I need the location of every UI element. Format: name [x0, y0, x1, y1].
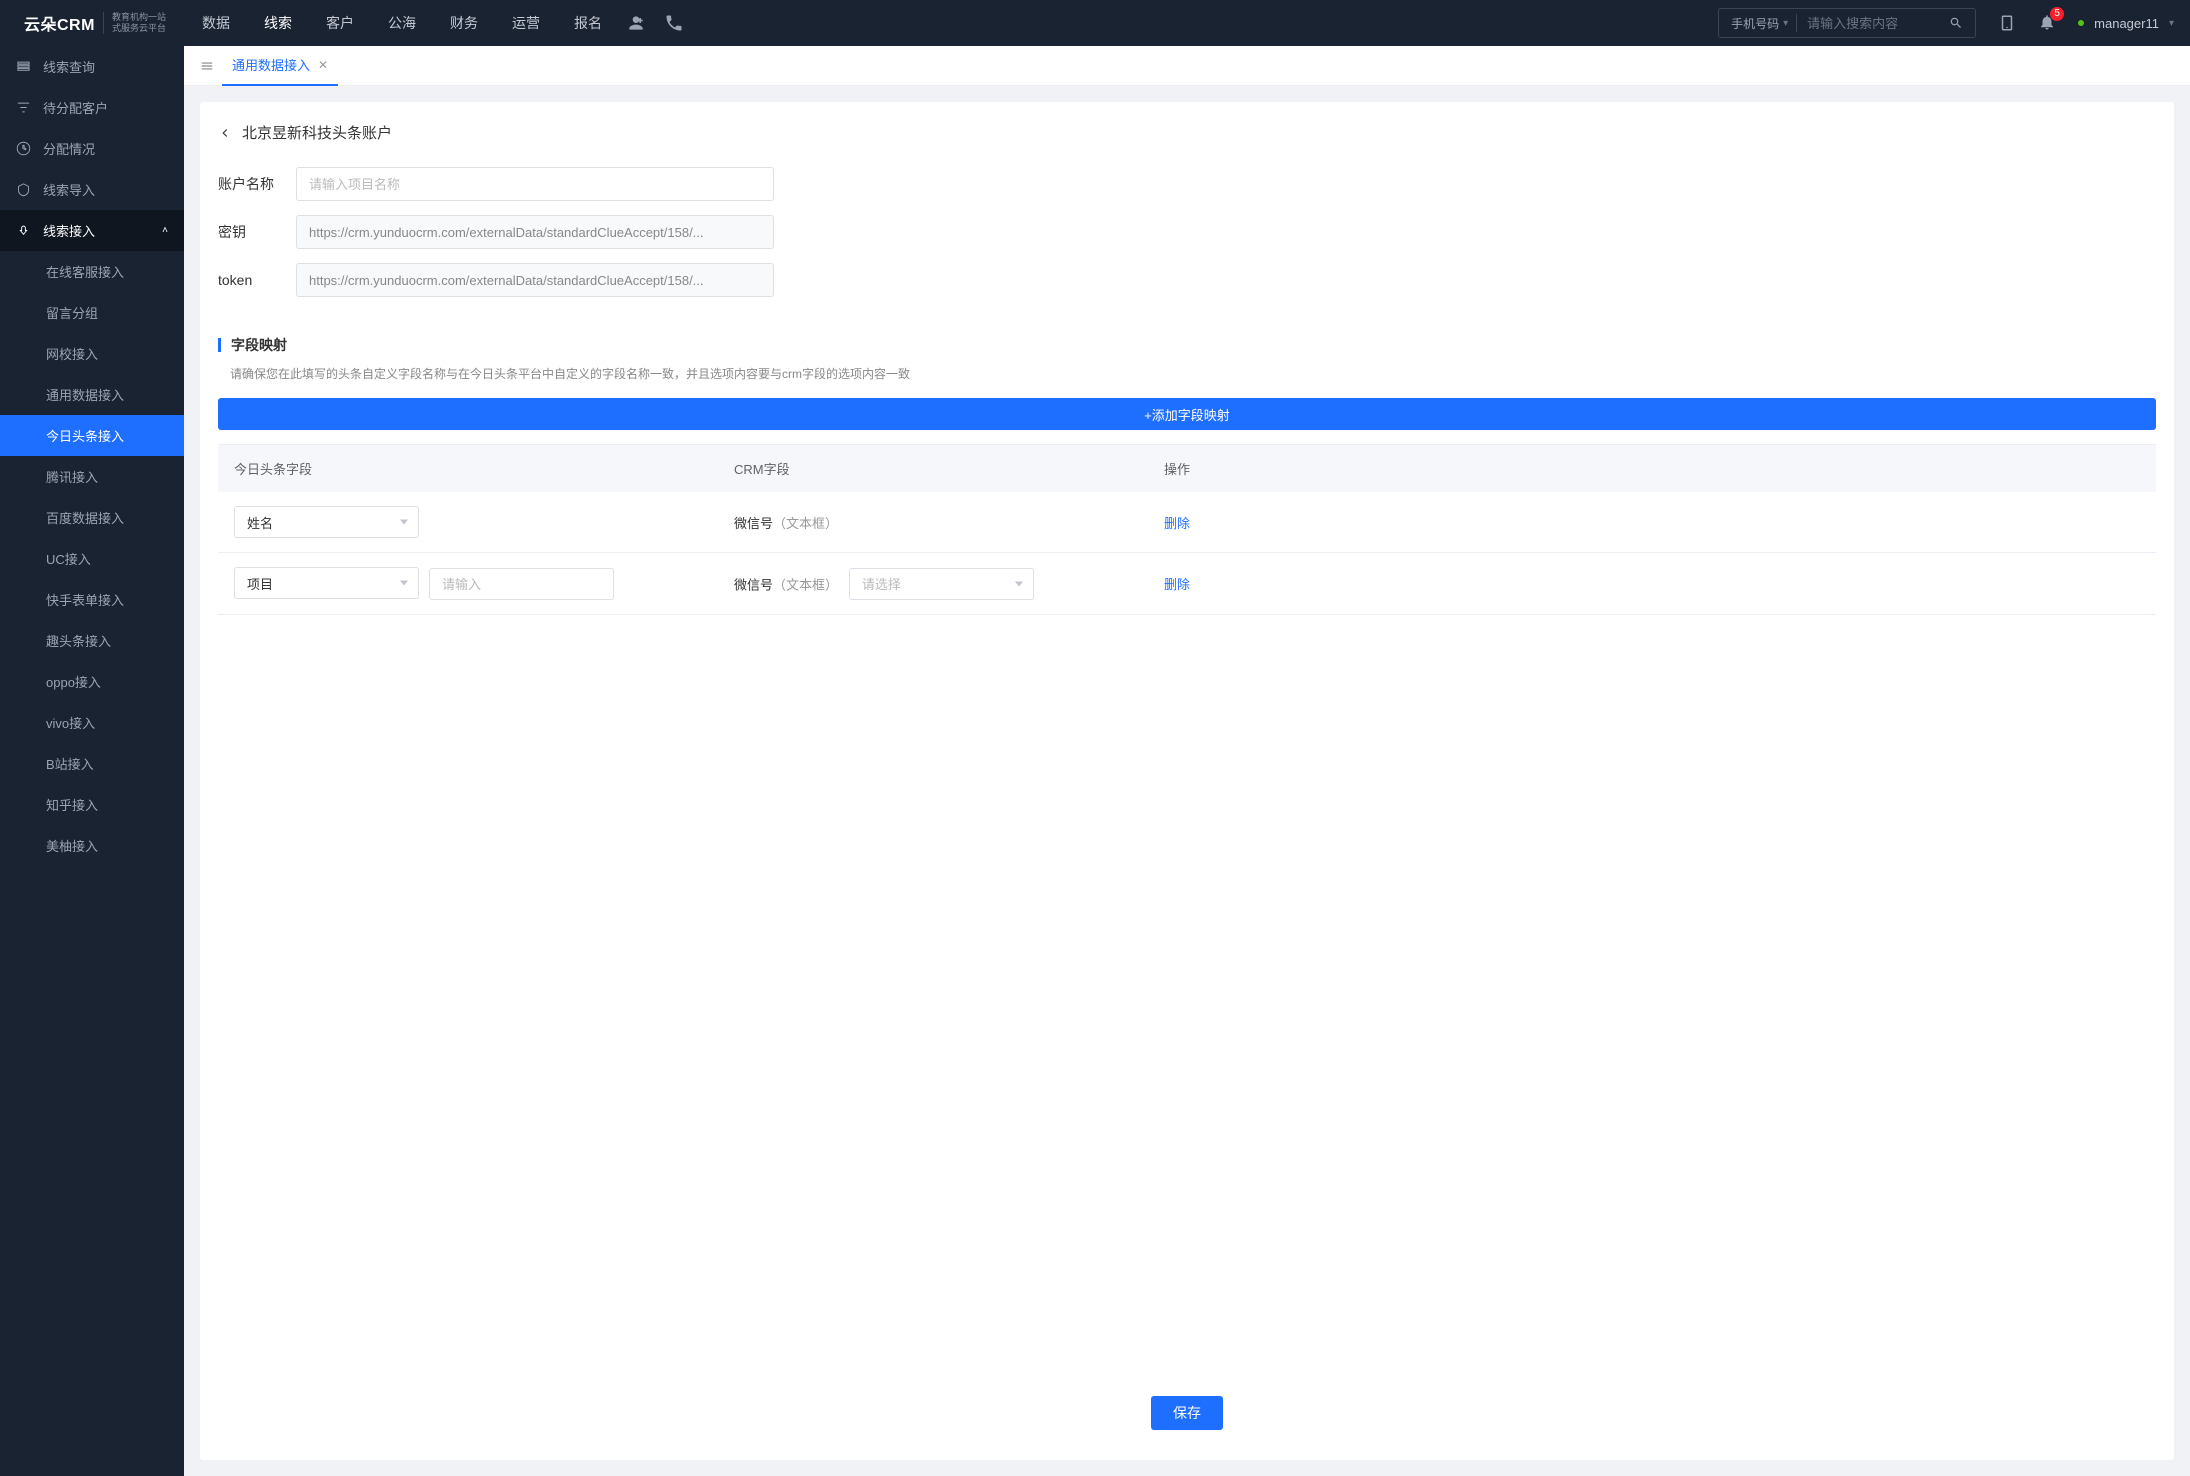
delete-link[interactable]: 删除	[1164, 577, 1190, 592]
app-header: 云朵CRM 教育机构一站 式服务云平台 数据线索客户公海财务运营报名 手机号码 …	[0, 0, 2190, 46]
delete-link[interactable]: 删除	[1164, 516, 1190, 531]
column-header: 操作	[1148, 445, 1294, 492]
crm-field-select[interactable]: 请选择	[849, 568, 1034, 600]
status-indicator	[2078, 20, 2084, 26]
table-row: 姓名 微信号（文本框） 删除	[218, 492, 2156, 553]
search-box: 手机号码 ▾	[1718, 8, 1976, 38]
notification-badge: 5	[2050, 7, 2064, 21]
column-header: CRM字段	[718, 445, 1148, 492]
toutiao-field-select[interactable]: 项目	[234, 567, 419, 599]
sidebar-item[interactable]: 线索接入˄	[0, 210, 184, 251]
section-title: 字段映射	[231, 335, 287, 355]
secret-input[interactable]	[296, 215, 774, 249]
crm-field-label: 微信号	[734, 516, 773, 531]
account-name-label: 账户名称	[218, 174, 296, 194]
sidebar-item[interactable]: 线索查询	[0, 46, 184, 87]
user-add-icon[interactable]	[626, 13, 646, 33]
phone-icon[interactable]	[664, 13, 684, 33]
sidebar-icon	[16, 223, 31, 238]
table-header: 今日头条字段 CRM字段 操作	[218, 445, 2156, 492]
sidebar-toggle[interactable]	[192, 59, 222, 73]
mobile-icon[interactable]	[1998, 14, 2016, 32]
sidebar-subitem[interactable]: UC接入	[0, 538, 184, 579]
username: manager11	[2094, 16, 2159, 31]
header-right: 手机号码 ▾ 5 manager11 ▾	[1718, 8, 2174, 38]
tab-general-data-access[interactable]: 通用数据接入 ✕	[222, 46, 338, 86]
user-menu[interactable]: manager11 ▾	[2078, 16, 2174, 31]
search-button[interactable]	[1937, 16, 1975, 30]
column-header: 今日头条字段	[218, 445, 718, 492]
close-icon[interactable]: ✕	[318, 58, 328, 72]
nav-item[interactable]: 客户	[320, 1, 360, 45]
search-type-select[interactable]: 手机号码 ▾	[1719, 15, 1796, 32]
nav-item[interactable]: 数据	[196, 1, 236, 45]
field-text-input[interactable]	[429, 568, 614, 600]
crm-field-hint: （文本框）	[773, 516, 838, 531]
search-icon	[1949, 16, 1963, 30]
sidebar-subitem[interactable]: oppo接入	[0, 661, 184, 702]
notifications[interactable]: 5	[2038, 13, 2056, 34]
sidebar-subitem[interactable]: 美柚接入	[0, 825, 184, 866]
sidebar-subitem[interactable]: 知乎接入	[0, 784, 184, 825]
footer: 保存	[218, 1375, 2156, 1440]
page-title: 北京昱新科技头条账户	[242, 122, 392, 143]
section-desc: 请确保您在此填写的头条自定义字段名称与在今日头条平台中自定义的字段名称一致，并且…	[218, 365, 2156, 382]
sidebar-subitem[interactable]: 快手表单接入	[0, 579, 184, 620]
nav-item[interactable]: 报名	[568, 1, 608, 45]
sidebar: 线索查询待分配客户分配情况线索导入线索接入˄在线客服接入留言分组网校接入通用数据…	[0, 46, 184, 1476]
chevron-left-icon	[218, 126, 232, 140]
account-name-input[interactable]	[296, 167, 774, 201]
mapping-table: 今日头条字段 CRM字段 操作 姓名微信号（文本框）删除项目微信号（文本框） 请…	[218, 444, 2156, 615]
title-accent	[218, 338, 221, 352]
sidebar-item[interactable]: 分配情况	[0, 128, 184, 169]
nav-item[interactable]: 财务	[444, 1, 484, 45]
main-nav: 数据线索客户公海财务运营报名	[196, 1, 608, 45]
token-label: token	[218, 272, 296, 288]
main-content: 通用数据接入 ✕ 北京昱新科技头条账户 账户名称 密钥 to	[184, 46, 2190, 1476]
sidebar-item[interactable]: 线索导入	[0, 169, 184, 210]
add-field-mapping-button[interactable]: +添加字段映射	[218, 398, 2156, 430]
save-button[interactable]: 保存	[1151, 1396, 1223, 1430]
sidebar-icon	[16, 141, 31, 156]
nav-icons-group	[626, 13, 684, 33]
sidebar-subitem[interactable]: 留言分组	[0, 292, 184, 333]
content-panel: 北京昱新科技头条账户 账户名称 密钥 token 字段映射	[184, 86, 2190, 1476]
secret-label: 密钥	[218, 222, 296, 242]
token-input[interactable]	[296, 263, 774, 297]
sidebar-subitem[interactable]: vivo接入	[0, 702, 184, 743]
sidebar-item[interactable]: 待分配客户	[0, 87, 184, 128]
sidebar-subitem[interactable]: 腾讯接入	[0, 456, 184, 497]
chevron-up-icon: ˄	[162, 225, 168, 236]
breadcrumb-back[interactable]: 北京昱新科技头条账户	[218, 122, 2156, 143]
logo-text: 云朵CRM	[24, 11, 95, 35]
sidebar-subitem[interactable]: 通用数据接入	[0, 374, 184, 415]
table-row: 项目 微信号（文本框） 请选择 删除	[218, 553, 2156, 615]
sidebar-icon	[16, 182, 31, 197]
crm-field-label: 微信号	[734, 577, 773, 592]
nav-item[interactable]: 运营	[506, 1, 546, 45]
toutiao-field-select[interactable]: 姓名	[234, 506, 419, 538]
menu-collapse-icon	[200, 59, 214, 73]
nav-item[interactable]: 线索	[258, 1, 298, 45]
logo-subtitle: 教育机构一站 式服务云平台	[103, 12, 166, 34]
sidebar-icon	[16, 100, 31, 115]
sidebar-subitem[interactable]: 趣头条接入	[0, 620, 184, 661]
sidebar-icon	[16, 59, 31, 74]
sidebar-subitem[interactable]: 百度数据接入	[0, 497, 184, 538]
crm-field-hint: （文本框）	[773, 577, 838, 592]
chevron-down-icon: ▾	[1783, 18, 1788, 29]
nav-item[interactable]: 公海	[382, 1, 422, 45]
sidebar-subitem[interactable]: 网校接入	[0, 333, 184, 374]
search-input[interactable]	[1797, 16, 1937, 31]
sidebar-subitem[interactable]: 在线客服接入	[0, 251, 184, 292]
chevron-down-icon: ▾	[2169, 18, 2174, 29]
tabs-bar: 通用数据接入 ✕	[184, 46, 2190, 86]
sidebar-subitem[interactable]: 今日头条接入	[0, 415, 184, 456]
sidebar-subitem[interactable]: B站接入	[0, 743, 184, 784]
logo: 云朵CRM 教育机构一站 式服务云平台	[24, 11, 166, 35]
